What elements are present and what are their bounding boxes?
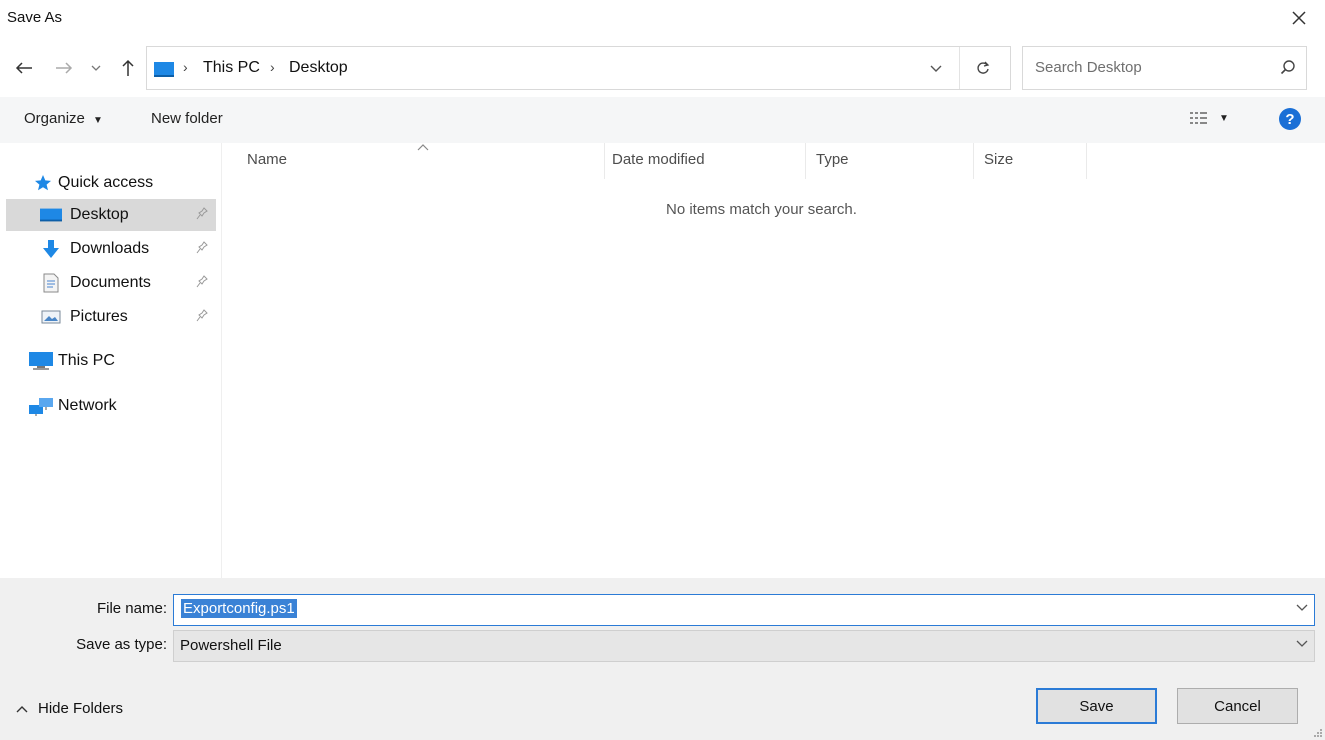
documents-icon (40, 273, 62, 293)
file-name-label: File name: (96, 600, 167, 617)
column-divider (1086, 143, 1087, 179)
column-divider (973, 143, 974, 179)
sidebar-item-this-pc[interactable]: This PC (28, 345, 212, 377)
chevron-up-icon (16, 705, 28, 712)
arrow-left-icon (15, 62, 32, 74)
sidebar-item-downloads[interactable]: Downloads (6, 233, 216, 265)
command-bar: Organize ▼ New folder ▼ ? (0, 97, 1325, 143)
network-icon (28, 396, 54, 416)
pin-icon (196, 207, 208, 220)
cancel-button[interactable]: Cancel (1177, 688, 1298, 724)
column-divider (604, 143, 605, 179)
search-placeholder: Search Desktop (1035, 59, 1142, 76)
view-details-icon (1190, 112, 1207, 124)
help-button[interactable]: ? (1279, 108, 1301, 130)
organize-menu[interactable]: Organize ▼ (24, 110, 103, 127)
column-header-date-modified[interactable]: Date modified (612, 151, 705, 168)
divider (959, 47, 960, 89)
empty-folder-message: No items match your search. (666, 201, 857, 218)
help-icon: ? (1285, 110, 1295, 128)
back-button[interactable] (12, 56, 36, 80)
star-icon (32, 173, 54, 193)
forward-button[interactable] (52, 56, 76, 80)
save-button[interactable]: Save (1036, 688, 1157, 724)
hide-folders-button[interactable]: Hide Folders (16, 700, 123, 717)
sort-ascending-icon (417, 144, 429, 151)
window-title: Save As (7, 9, 63, 26)
column-header-size[interactable]: Size (984, 151, 1013, 168)
sidebar-item-label: Downloads (70, 240, 150, 257)
sidebar-item-label: Network (58, 397, 117, 414)
hide-folders-label: Hide Folders (38, 700, 124, 717)
search-icon (1280, 60, 1295, 75)
up-button[interactable] (116, 56, 140, 80)
column-header-name[interactable]: Name (247, 151, 287, 168)
breadcrumb-separator: › (183, 59, 188, 75)
title-bar: Save As (0, 0, 1325, 38)
close-button[interactable] (1285, 4, 1313, 32)
refresh-icon (977, 61, 990, 74)
chevron-down-icon (930, 65, 942, 72)
sidebar-item-desktop[interactable]: Desktop (6, 199, 216, 231)
file-name-input[interactable]: Exportconfig.ps1 (173, 594, 1315, 626)
chevron-down-icon[interactable] (1296, 603, 1308, 611)
pictures-icon (40, 307, 62, 327)
save-options-panel: File name: Exportconfig.ps1 Save as type… (0, 578, 1325, 740)
pin-icon (196, 309, 208, 322)
breadcrumb-this-pc[interactable]: This PC (203, 59, 260, 77)
resize-grip-icon[interactable] (1313, 728, 1323, 738)
arrow-up-icon (122, 59, 134, 76)
column-divider (805, 143, 806, 179)
file-name-value: Exportconfig.ps1 (181, 599, 297, 618)
pin-icon (196, 275, 208, 288)
address-bar[interactable]: › This PC › Desktop (146, 46, 1011, 90)
sidebar-item-documents[interactable]: Documents (6, 267, 216, 299)
save-as-type-label: Save as type: (76, 636, 167, 653)
refresh-button[interactable] (973, 58, 993, 78)
breadcrumb-desktop[interactable]: Desktop (289, 59, 348, 77)
sidebar-item-label: Quick access (58, 174, 154, 191)
this-pc-icon (28, 351, 54, 371)
caret-down-icon: ▼ (1219, 112, 1229, 124)
arrow-right-icon (56, 62, 73, 74)
sidebar-item-quick-access[interactable]: Quick access (32, 167, 212, 199)
address-dropdown-button[interactable] (927, 59, 945, 77)
breadcrumb-separator: › (270, 59, 275, 75)
column-header-type[interactable]: Type (816, 151, 849, 168)
chevron-down-icon (91, 65, 101, 71)
save-as-type-select[interactable]: Powershell File (173, 630, 1315, 662)
sidebar-item-pictures[interactable]: Pictures (6, 301, 216, 333)
sidebar-item-label: This PC (58, 352, 115, 369)
desktop-icon (40, 205, 62, 225)
close-icon (1292, 11, 1306, 25)
navigation-pane: Quick access Desktop Downloads Documents… (0, 143, 222, 578)
sidebar-item-label: Documents (70, 274, 151, 291)
search-box[interactable]: Search Desktop (1022, 46, 1307, 90)
sidebar-item-network[interactable]: Network (28, 390, 212, 422)
organize-label: Organize (24, 110, 85, 127)
chevron-down-icon (1296, 640, 1308, 647)
new-folder-button[interactable]: New folder (151, 110, 223, 127)
file-list: Name Date modified Type Size No items ma… (222, 143, 1325, 578)
caret-down-icon: ▼ (93, 115, 103, 126)
downloads-icon (40, 239, 62, 259)
sidebar-item-label: Desktop (70, 206, 129, 223)
this-pc-icon (154, 62, 174, 77)
recent-locations-button[interactable] (88, 56, 104, 80)
navigation-bar: › This PC › Desktop Search Desktop (0, 44, 1325, 94)
sidebar-item-label: Pictures (70, 308, 128, 325)
change-view-button[interactable]: ▼ (1189, 110, 1229, 126)
save-as-type-value: Powershell File (180, 637, 282, 654)
pin-icon (196, 241, 208, 254)
